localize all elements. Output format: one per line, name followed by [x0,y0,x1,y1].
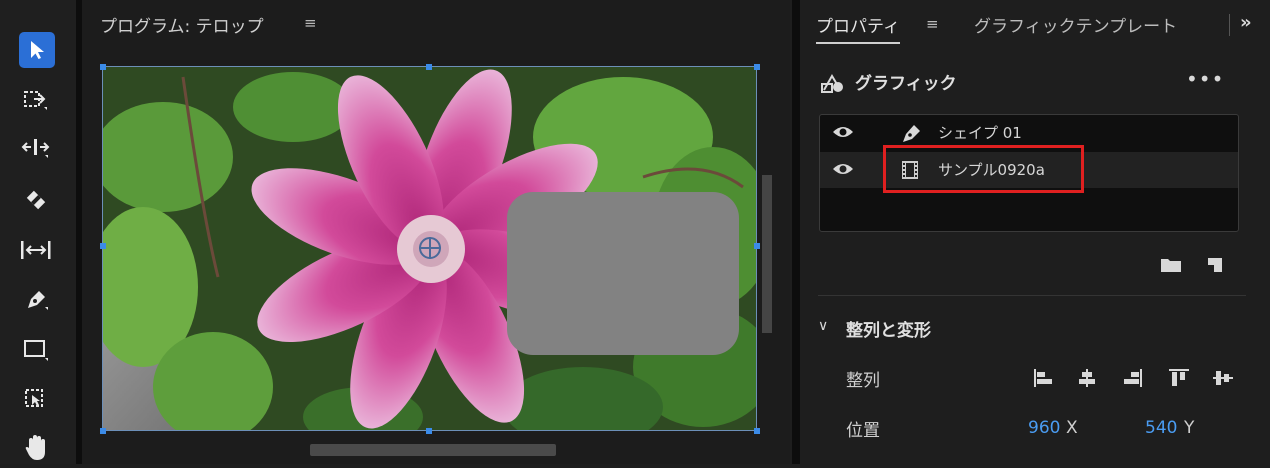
program-menu-icon[interactable]: ≡ [304,14,317,32]
layer-name: シェイプ 01 [938,124,1022,142]
program-monitor: プログラム: テロップ ≡ [82,0,790,464]
properties-panel: プロパティ ≡ グラフィックテンプレート » グラフィック ••• シェイプ 0… [800,0,1270,464]
ripple-edit-icon [21,139,50,158]
slip-icon [21,241,51,259]
razor-icon [26,190,46,210]
position-y-label: Y [1184,418,1195,438]
visibility-eye-icon[interactable] [832,161,854,181]
panel-overflow-icon[interactable]: » [1240,12,1252,33]
arrow-icon [31,41,44,59]
slip-tool-button[interactable] [16,230,56,270]
rectangle-tool-button[interactable] [16,330,56,370]
transform-handle[interactable] [754,64,760,70]
new-item-icon[interactable] [1206,256,1224,278]
vertical-scrollbar[interactable] [762,175,772,333]
section-divider [818,295,1246,296]
hand-tool-button[interactable] [16,428,56,468]
tab-graphic-templates[interactable]: グラフィックテンプレート [974,12,1177,37]
tab-properties[interactable]: プロパティ [816,12,900,44]
position-x-value[interactable]: 960 [1028,418,1060,438]
tab-separator [1229,14,1230,36]
align-transform-section-title[interactable]: 整列と変形 [846,316,931,341]
pen-tool-button[interactable] [16,280,56,320]
horizontal-scrollbar[interactable] [310,444,556,456]
hand-tool-group-button[interactable] [16,380,56,420]
position-label: 位置 [846,421,880,441]
transform-handle[interactable] [100,243,106,249]
transform-handle[interactable] [754,428,760,434]
hand-icon [25,435,45,460]
chevron-down-icon[interactable]: ∨ [818,318,828,334]
razor-tool-button[interactable] [16,180,56,220]
visibility-eye-icon[interactable] [832,124,854,144]
align-center-vertical-icon[interactable] [1212,368,1234,388]
highlight-box [883,145,1084,193]
align-left-icon[interactable] [1032,368,1054,388]
transform-handle[interactable] [754,243,760,249]
transform-handle[interactable] [100,428,106,434]
align-center-horizontal-icon[interactable] [1076,368,1098,388]
folder-icon[interactable] [1160,256,1182,278]
properties-menu-icon[interactable]: ≡ [926,15,939,33]
anchor-point-icon[interactable] [419,237,441,259]
select-area-icon [25,389,43,407]
transform-handle[interactable] [426,428,432,434]
transform-handle[interactable] [100,64,106,70]
graphic-shapes-icon [820,70,846,98]
rectangle-icon [24,340,48,361]
tools-panel [0,0,76,464]
graphic-section-title: グラフィック [855,74,957,94]
transform-handle[interactable] [426,64,432,70]
track-select-tool-button[interactable] [16,80,56,120]
program-monitor-title[interactable]: プログラム: テロップ [100,12,264,37]
selection-tool-button[interactable] [19,32,55,68]
video-preview[interactable] [102,66,757,431]
align-label: 整列 [846,371,880,391]
align-right-icon[interactable] [1122,368,1144,388]
ripple-edit-tool-button[interactable] [16,128,56,168]
position-x-label: X [1066,418,1078,438]
more-options-button[interactable]: ••• [1186,67,1224,91]
graphic-shape[interactable] [507,192,739,355]
panel-divider [792,0,800,464]
position-y-value[interactable]: 540 [1145,418,1177,438]
track-select-icon [24,91,47,110]
pen-icon [28,291,48,310]
align-top-icon[interactable] [1168,368,1190,388]
